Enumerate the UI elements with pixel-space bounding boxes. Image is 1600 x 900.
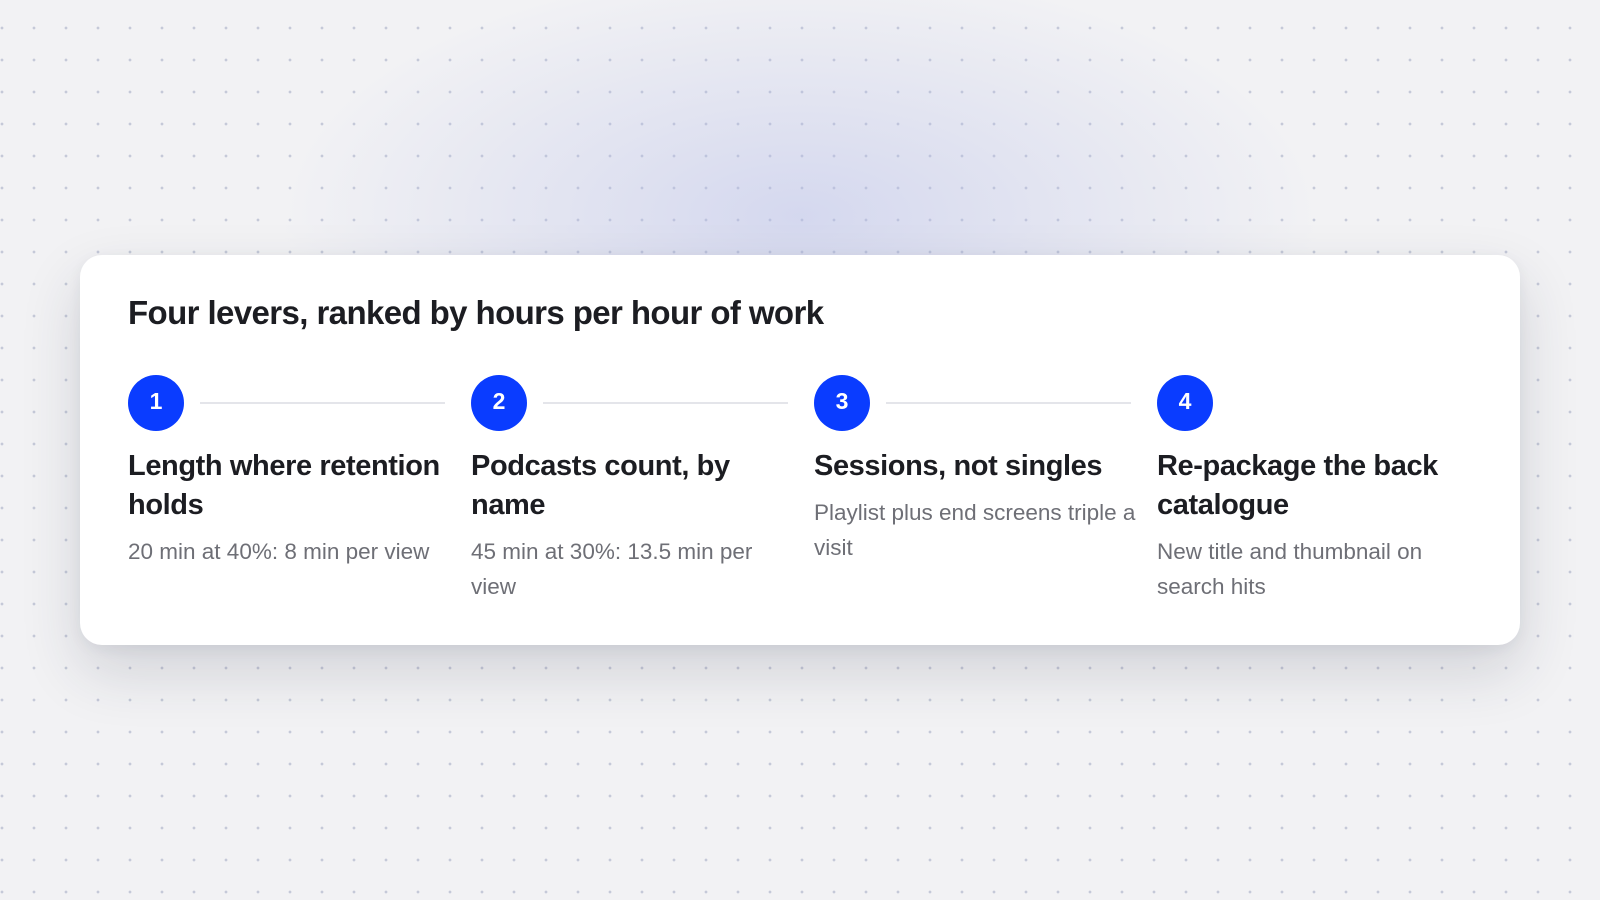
step-number-badge: 1 xyxy=(128,375,184,431)
step-3: 3 Sessions, not singles Playlist plus en… xyxy=(814,375,1157,604)
steps-row: 1 Length where retention holds 20 min at… xyxy=(128,375,1472,604)
step-4: 4 Re-package the back catalogue New titl… xyxy=(1157,375,1500,604)
step-connector-line xyxy=(886,402,1131,404)
step-description: 45 min at 30%: 13.5 min per view xyxy=(471,539,753,599)
step-header: 3 xyxy=(814,375,1157,431)
step-title: Re-package the back catalogue xyxy=(1157,450,1438,521)
step-title: Podcasts count, by name xyxy=(471,450,730,521)
step-title: Length where retention holds xyxy=(128,450,440,521)
step-number-badge: 3 xyxy=(814,375,870,431)
step-connector-line xyxy=(200,402,445,404)
card-title: Four levers, ranked by hours per hour of… xyxy=(128,294,824,331)
step-header: 4 xyxy=(1157,375,1500,431)
step-2: 2 Podcasts count, by name 45 min at 30%:… xyxy=(471,375,814,604)
step-number-badge: 4 xyxy=(1157,375,1213,431)
step-description: New title and thumbnail on search hits xyxy=(1157,539,1423,599)
step-connector-line xyxy=(543,402,788,404)
step-title: Sessions, not singles xyxy=(814,450,1103,482)
step-header: 1 xyxy=(128,375,471,431)
levers-card: Four levers, ranked by hours per hour of… xyxy=(80,255,1520,645)
step-description: Playlist plus end screens triple a visit xyxy=(814,500,1136,560)
step-header: 2 xyxy=(471,375,814,431)
step-1: 1 Length where retention holds 20 min at… xyxy=(128,375,471,604)
step-number-badge: 2 xyxy=(471,375,527,431)
step-description: 20 min at 40%: 8 min per view xyxy=(128,539,430,564)
